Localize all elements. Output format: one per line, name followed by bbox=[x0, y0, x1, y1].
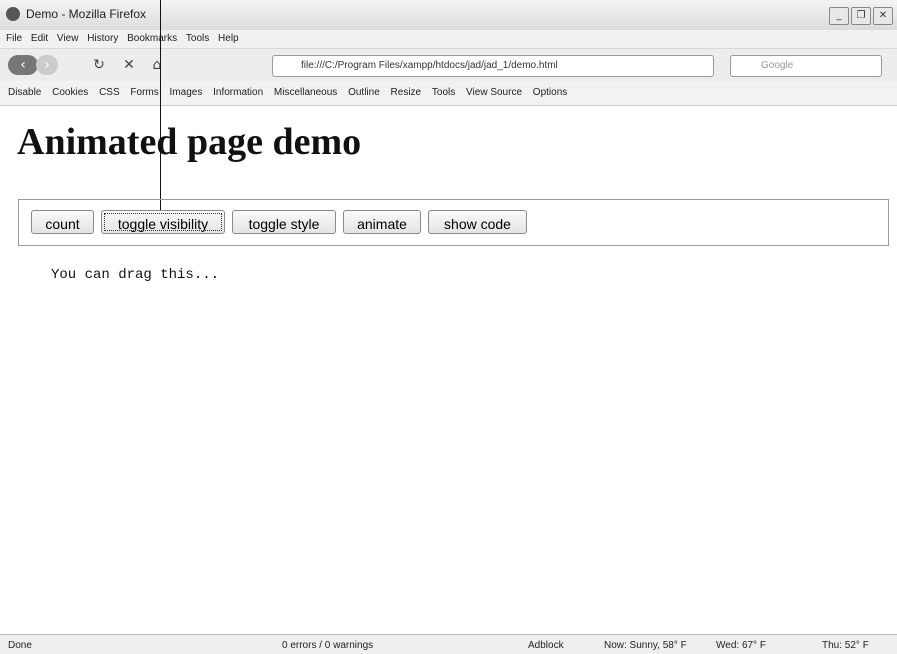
weather-wed: Wed: 67° F bbox=[716, 640, 766, 651]
dev-view-source[interactable]: View Source bbox=[466, 81, 522, 105]
menu-help[interactable]: Help bbox=[218, 30, 239, 48]
dev-options[interactable]: Options bbox=[533, 81, 567, 105]
navigation-toolbar: ‹ › ↻ ✕ ⌂ file:///C:/Program Files/xampp… bbox=[0, 48, 897, 82]
status-bar: Done 0 errors / 0 warnings Adblock Now: … bbox=[0, 634, 897, 654]
toggle-style-button[interactable]: toggle style bbox=[232, 210, 336, 234]
dev-forms[interactable]: Forms bbox=[130, 81, 158, 105]
page-heading: Animated page demo bbox=[17, 121, 362, 163]
dev-miscellaneous[interactable]: Miscellaneous bbox=[274, 81, 337, 105]
close-button[interactable]: ✕ bbox=[873, 7, 893, 25]
menu-edit[interactable]: Edit bbox=[31, 30, 48, 48]
dev-information[interactable]: Information bbox=[213, 81, 263, 105]
menu-view[interactable]: View bbox=[57, 30, 79, 48]
menu-bookmarks[interactable]: Bookmarks bbox=[127, 30, 177, 48]
toggle-visibility-button[interactable]: toggle visibility bbox=[101, 210, 225, 234]
menu-bar: File Edit View History Bookmarks Tools H… bbox=[0, 30, 897, 48]
count-button[interactable]: count bbox=[31, 210, 94, 234]
back-button[interactable]: ‹ bbox=[8, 55, 38, 75]
home-icon[interactable]: ⌂ bbox=[146, 55, 168, 75]
search-input[interactable]: Google bbox=[730, 55, 882, 77]
address-bar[interactable]: file:///C:/Program Files/xampp/htdocs/ja… bbox=[272, 55, 714, 77]
callout-line bbox=[160, 0, 161, 212]
weather-thu: Thu: 52° F bbox=[822, 640, 869, 651]
dev-css[interactable]: CSS bbox=[99, 81, 120, 105]
search-placeholder: Google bbox=[761, 60, 794, 71]
status-done: Done bbox=[8, 640, 32, 651]
menu-file[interactable]: File bbox=[6, 30, 22, 48]
stop-icon[interactable]: ✕ bbox=[118, 55, 140, 75]
dev-cookies[interactable]: Cookies bbox=[52, 81, 88, 105]
adblock-label[interactable]: Adblock bbox=[528, 640, 564, 651]
title-wrap: Demo - Mozilla Firefox bbox=[6, 7, 146, 21]
forward-button[interactable]: › bbox=[36, 55, 58, 75]
title-bar: Demo - Mozilla Firefox _ ❐ ✕ bbox=[0, 0, 897, 31]
developer-toolbar: Disable Cookies CSS Forms Images Informa… bbox=[0, 81, 897, 106]
draggable-text[interactable]: You can drag this... bbox=[51, 267, 219, 283]
dev-images[interactable]: Images bbox=[170, 81, 203, 105]
restore-button[interactable]: ❐ bbox=[851, 7, 871, 25]
url-text: file:///C:/Program Files/xampp/htdocs/ja… bbox=[301, 60, 558, 71]
minimize-button[interactable]: _ bbox=[829, 7, 849, 25]
reload-icon[interactable]: ↻ bbox=[88, 55, 110, 75]
error-count: 0 errors / 0 warnings bbox=[282, 640, 374, 651]
menu-tools[interactable]: Tools bbox=[186, 30, 209, 48]
show-code-button[interactable]: show code bbox=[428, 210, 527, 234]
dev-disable[interactable]: Disable bbox=[8, 81, 41, 105]
animate-button[interactable]: animate bbox=[343, 210, 421, 234]
menu-history[interactable]: History bbox=[87, 30, 118, 48]
window-title: Demo - Mozilla Firefox bbox=[26, 7, 147, 21]
dev-resize[interactable]: Resize bbox=[391, 81, 422, 105]
dev-tools[interactable]: Tools bbox=[432, 81, 455, 105]
firefox-icon bbox=[6, 7, 20, 21]
dev-outline[interactable]: Outline bbox=[348, 81, 380, 105]
weather-now: Now: Sunny, 58° F bbox=[604, 640, 687, 651]
window-controls: _ ❐ ✕ bbox=[829, 7, 893, 25]
